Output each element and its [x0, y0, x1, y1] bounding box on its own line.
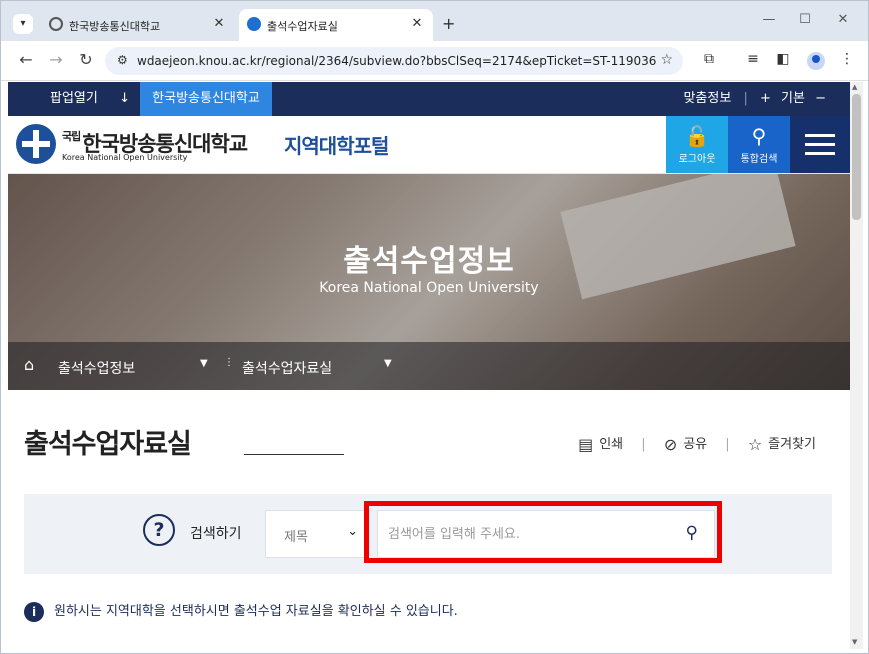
lock-icon: 🔓 — [684, 124, 710, 148]
logout-label: 로그아웃 — [678, 154, 716, 165]
url-text[interactable]: wdaejeon.knou.ac.kr/regional/2364/subvie… — [137, 54, 657, 68]
tab-strip: ▾ 한국방송통신대학교 ✕ 출석수업자료실 ✕ + — ☐ ✕ — [1, 1, 868, 41]
tab-knou-home[interactable]: 한국방송통신대학교 ✕ — [41, 9, 235, 41]
utility-bar: 팝업열기 ↓ 한국방송통신대학교 맞춤정보 | + 기본 − — [8, 82, 850, 116]
favorite-button[interactable]: ☆ 즐겨찾기 — [748, 433, 816, 454]
print-icon: ▤ — [578, 435, 594, 454]
star-icon: ☆ — [747, 435, 763, 454]
divider: | — [743, 91, 748, 106]
annotation-highlight-box — [364, 501, 722, 563]
popup-label: 팝업열기 — [50, 91, 98, 106]
knou-logo-icon[interactable] — [16, 124, 56, 164]
utility-right: 맞춤정보 | + 기본 − — [683, 82, 826, 116]
scroll-up-icon[interactable]: ▲ — [852, 83, 857, 91]
extensions-icon[interactable]: ⧉ — [699, 51, 719, 67]
university-link[interactable]: 한국방송통신대학교 — [140, 82, 272, 116]
integrated-search-button[interactable]: ⚲ 통합검색 — [728, 116, 790, 173]
zoom-in-button[interactable]: + — [760, 91, 771, 106]
maximize-icon[interactable]: ☐ — [795, 12, 815, 27]
breadcrumb: ⌂ 출석수업정보 ▼ ⋮ 출석수업자료실 ▼ — [8, 342, 850, 390]
web-page: 팝업열기 ↓ 한국방송통신대학교 맞춤정보 | + 기본 − 국립한국방송통신대… — [8, 82, 850, 649]
back-icon[interactable]: ← — [15, 50, 37, 69]
knou-logo-icon — [247, 17, 261, 31]
forward-icon[interactable]: → — [45, 50, 67, 69]
minimize-icon[interactable]: — — [759, 12, 779, 27]
favorite-label: 즐겨찾기 — [768, 437, 816, 452]
title-underline — [244, 454, 344, 455]
new-tab-icon[interactable]: + — [442, 14, 455, 33]
logout-button[interactable]: 🔓 로그아웃 — [666, 116, 728, 173]
reading-list-icon[interactable]: ≡ — [743, 51, 763, 67]
address-bar[interactable]: ⚙ wdaejeon.knou.ac.kr/regional/2364/subv… — [105, 47, 683, 75]
more-menu-icon[interactable]: ⋮ — [837, 51, 857, 67]
page-scrollbar[interactable]: ▲ ▼ — [850, 82, 863, 649]
hero-subtitle: Korea National Open University — [319, 280, 539, 296]
search-label: 검색하기 — [190, 526, 242, 542]
breadcrumb-depth2[interactable]: 출석수업자료실 — [242, 358, 332, 378]
side-panel-icon[interactable]: ◧ — [773, 51, 793, 67]
scrollbar-thumb[interactable] — [852, 94, 861, 220]
share-label: 공유 — [683, 437, 708, 452]
bookmark-star-icon[interactable]: ☆ — [660, 52, 673, 68]
hamburger-menu-icon[interactable] — [790, 116, 850, 173]
breadcrumb-depth1[interactable]: 출석수업정보 — [58, 358, 135, 378]
info-icon: i — [24, 601, 44, 622]
paperclip-icon: ⊘ — [663, 435, 678, 454]
select-value: 제목 — [284, 530, 308, 545]
zoom-out-button[interactable]: − — [815, 91, 826, 106]
page-title: 출석수업자료실 — [24, 429, 192, 460]
search-field-select[interactable]: 제목 ⌄ — [265, 510, 369, 558]
notice-text: i 원하시는 지역대학을 선택하시면 출석수업 자료실을 확인하실 수 있습니다. — [24, 600, 458, 622]
share-button[interactable]: ⊘ 공유 — [664, 433, 707, 454]
hero-banner: 출석수업정보 Korea National Open University ⌂ … — [8, 174, 850, 390]
window-close-icon[interactable]: ✕ — [833, 12, 853, 27]
tab-title: 출석수업자료실 — [267, 20, 338, 33]
home-icon[interactable]: ⌂ — [24, 355, 34, 374]
popup-toggle-button[interactable]: 팝업열기 ↓ — [36, 82, 140, 116]
chevron-down-icon[interactable]: ▼ — [200, 358, 208, 369]
print-label: 인쇄 — [599, 437, 624, 452]
tab-title: 한국방송통신대학교 — [69, 20, 161, 33]
chevron-down-icon: ⌄ — [347, 524, 358, 539]
notice-message: 원하시는 지역대학을 선택하시면 출석수업 자료실을 확인하실 수 있습니다. — [54, 604, 458, 619]
arrow-down-icon: ↓ — [119, 91, 130, 106]
globe-icon — [49, 17, 63, 31]
tab-search-chevron-icon[interactable]: ▾ — [13, 14, 33, 34]
site-header: 국립한국방송통신대학교 Korea National Open Universi… — [8, 116, 850, 174]
print-button[interactable]: ▤ 인쇄 — [578, 433, 623, 454]
hero-title: 출석수업정보 — [343, 244, 515, 279]
profile-avatar-icon[interactable] — [807, 52, 825, 70]
tab-archive[interactable]: 출석수업자료실 ✕ — [239, 9, 433, 41]
divider: | — [641, 437, 646, 452]
custom-info-link[interactable]: 맞춤정보 — [683, 91, 731, 106]
portal-title[interactable]: 지역대학포털 — [284, 130, 389, 159]
zoom-label: 기본 — [781, 91, 805, 106]
reload-icon[interactable]: ↻ — [75, 50, 97, 69]
close-icon[interactable]: ✕ — [409, 16, 425, 31]
breadcrumb-separator: ⋮ — [224, 357, 234, 368]
browser-toolbar: ← → ↻ ⚙ wdaejeon.knou.ac.kr/regional/236… — [1, 41, 868, 81]
integrated-search-label: 통합검색 — [740, 154, 778, 165]
site-info-icon[interactable]: ⚙ — [117, 53, 128, 67]
chevron-down-icon[interactable]: ▼ — [384, 358, 392, 369]
logo-english: Korea National Open University — [62, 153, 188, 162]
page-tools: ▤ 인쇄 | ⊘ 공유 | ☆ 즐겨찾기 — [578, 433, 816, 454]
close-icon[interactable]: ✕ — [211, 16, 227, 31]
divider: | — [725, 437, 730, 452]
scroll-down-icon[interactable]: ▼ — [852, 638, 857, 646]
search-icon: ⚲ — [751, 124, 767, 148]
logo-prefix: 국립 — [62, 130, 81, 143]
question-icon: ? — [143, 514, 175, 546]
